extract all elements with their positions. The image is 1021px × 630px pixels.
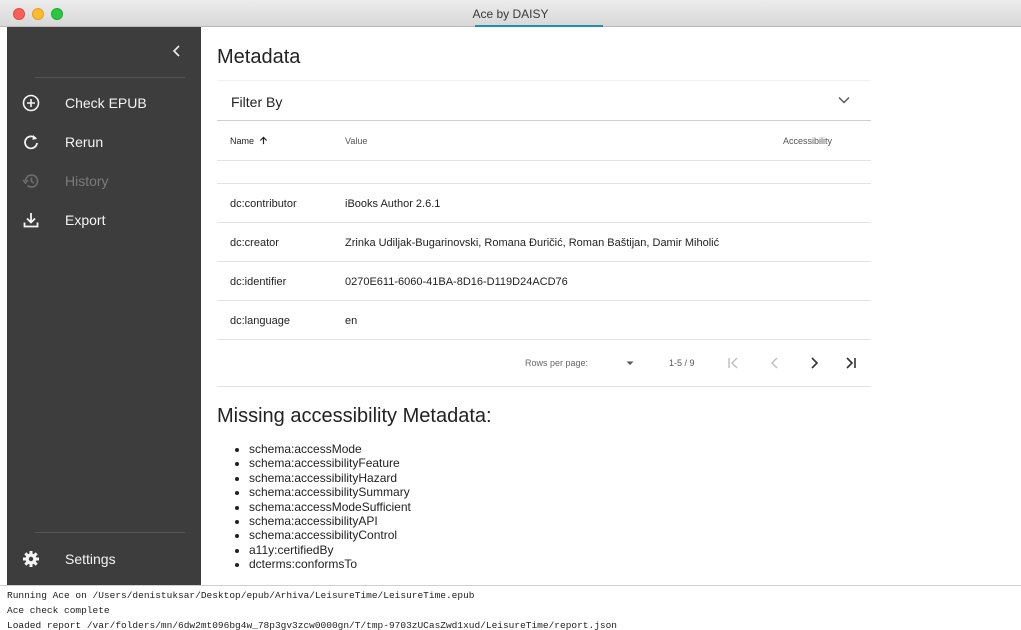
sidebar-item-export[interactable]: Export	[7, 204, 201, 236]
sidebar-item-settings[interactable]: Settings	[7, 543, 201, 575]
table-row	[217, 161, 871, 184]
sidebar-divider	[35, 532, 185, 533]
console-line: Ace check complete	[7, 605, 110, 616]
console-log: Running Ace on /Users/denistuksar/Deskto…	[0, 585, 1021, 630]
console-line: Loaded report /var/folders/mn/6dw2mt096b…	[7, 620, 617, 630]
last-page-icon[interactable]	[842, 354, 860, 372]
cell-value: en	[345, 315, 358, 327]
chevron-down-icon	[838, 97, 850, 104]
cell-value: iBooks Author 2.6.1	[345, 198, 441, 210]
sidebar-item-label: Export	[65, 212, 106, 228]
table-row: dc:contributor iBooks Author 2.6.1	[217, 184, 871, 223]
sidebar-divider	[35, 77, 185, 78]
settings-label: Settings	[65, 551, 116, 567]
list-item: schema:accessModeSufficient	[249, 500, 411, 514]
list-item: schema:accessibilityFeature	[249, 456, 411, 470]
previous-page-icon[interactable]	[766, 354, 784, 372]
table-row: dc:creator Zrinka Udiljak-Bugarinovski, …	[217, 223, 871, 262]
console-line: Running Ace on /Users/denistuksar/Deskto…	[7, 590, 475, 601]
sidebar-item-history[interactable]: History	[7, 165, 201, 197]
title-bar: Ace by DAISY	[0, 0, 1021, 27]
collapse-sidebar-button[interactable]	[167, 41, 187, 61]
sort-arrow-up-icon	[259, 136, 268, 145]
sidebar-item-label: History	[65, 173, 109, 189]
list-item: schema:accessibilitySummary	[249, 485, 411, 499]
column-header-accessibility[interactable]: Accessibility	[783, 136, 832, 146]
table-row: dc:identifier 0270E611-6060-41BA-8D16-D1…	[217, 262, 871, 301]
main-panel: Metadata Filter By Name Value Accessibil…	[201, 27, 1021, 585]
cell-name: dc:identifier	[230, 276, 287, 288]
list-item: schema:accessibilityHazard	[249, 471, 411, 485]
cell-value: 0270E611-6060-41BA-8D16-D119D24ACD76	[345, 276, 568, 288]
add-circle-icon	[22, 94, 40, 112]
next-page-icon[interactable]	[805, 354, 823, 372]
rows-per-page-dropdown-icon[interactable]	[623, 356, 637, 370]
filter-by-expander[interactable]: Filter By	[217, 81, 871, 121]
column-header-name[interactable]: Name	[230, 136, 268, 146]
sidebar-item-rerun[interactable]: Rerun	[7, 126, 201, 158]
list-item: schema:accessibilityAPI	[249, 514, 411, 528]
list-item: dcterms:conformsTo	[249, 557, 411, 571]
sidebar: Check EPUB Rerun History Export Settings	[7, 27, 201, 585]
list-item: schema:accessMode	[249, 442, 411, 456]
list-item: schema:accessibilityControl	[249, 528, 411, 542]
first-page-icon[interactable]	[724, 354, 742, 372]
page-title: Metadata	[217, 46, 301, 68]
pagination-range: 1-5 / 9	[669, 358, 695, 368]
missing-metadata-heading: Missing accessibility Metadata:	[217, 405, 492, 427]
cell-value: Zrinka Udiljak-Bugarinovski, Romana Đuri…	[345, 237, 720, 249]
sidebar-item-check-epub[interactable]: Check EPUB	[7, 87, 201, 119]
column-header-value[interactable]: Value	[345, 136, 367, 146]
history-icon	[22, 174, 39, 188]
chevron-left-icon	[172, 45, 180, 57]
sidebar-item-label: Rerun	[65, 134, 104, 150]
list-item: a11y:certifiedBy	[249, 543, 411, 557]
gear-icon	[23, 551, 39, 567]
table-header: Name Value Accessibility	[217, 123, 871, 161]
rows-per-page-label: Rows per page:	[525, 358, 589, 368]
table-row: dc:language en	[217, 301, 871, 340]
missing-metadata-list: schema:accessMode schema:accessibilityFe…	[233, 442, 411, 572]
cell-name: dc:language	[230, 315, 290, 327]
cell-name: dc:creator	[230, 237, 279, 249]
window-title: Ace by DAISY	[472, 7, 549, 21]
filter-by-label: Filter By	[231, 94, 283, 110]
download-icon	[23, 213, 39, 228]
sidebar-item-label: Check EPUB	[65, 95, 147, 111]
cell-name: dc:contributor	[230, 198, 297, 210]
refresh-icon	[24, 135, 38, 150]
table-pagination: Rows per page: 1-5 / 9	[217, 341, 871, 387]
